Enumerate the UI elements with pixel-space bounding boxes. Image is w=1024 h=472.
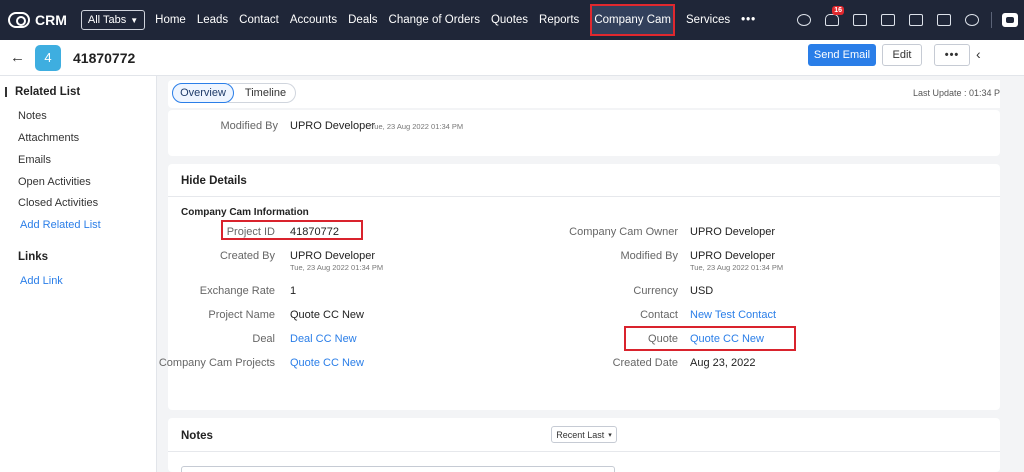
created-by-label: Created By	[219, 250, 275, 262]
search-icon[interactable]	[797, 14, 811, 26]
all-tabs-label: All Tabs	[87, 14, 127, 26]
highlight-quote	[624, 326, 796, 351]
links-title: Links	[18, 251, 49, 263]
company-cam-owner-value: UPRO Developer	[690, 226, 775, 238]
sort-notes-label: Recent Last	[556, 429, 605, 440]
last-update-text: Last Update : 01:34 P	[912, 88, 1000, 98]
section-title: Company Cam Information	[181, 207, 309, 218]
currency-value: USD	[690, 285, 714, 297]
right-modified-by-value: UPRO Developer	[690, 250, 775, 262]
caret-down-icon: ▼	[130, 15, 139, 25]
tab-overview[interactable]: Overview	[172, 83, 234, 103]
mail-icon[interactable]	[909, 14, 923, 26]
modified-by-time: Tue, 23 Aug 2022 01:34 PM	[370, 122, 464, 131]
nav-icons: 16	[783, 0, 1018, 40]
sidebar-item-attachments[interactable]: Attachments	[18, 132, 79, 144]
all-tabs-dropdown[interactable]: All Tabs ▼	[80, 10, 146, 30]
contact-link[interactable]: New Test Contact	[690, 309, 776, 321]
exchange-rate-value: 1	[290, 285, 297, 297]
nav-links: Home Leads Contact Accounts Deals Change…	[155, 0, 767, 40]
add-related-list-link[interactable]: Add Related List	[20, 219, 101, 231]
gear-icon[interactable]	[965, 14, 979, 26]
caret-down-icon: ▾	[608, 431, 612, 439]
deal-label: Deal	[252, 333, 275, 345]
tab-timeline-label: Timeline	[244, 87, 287, 99]
send-email-button[interactable]: Send Email	[808, 44, 876, 66]
company-cam-projects-link[interactable]: Quote CC New	[290, 357, 364, 369]
crm-logo[interactable]: CRM	[8, 12, 67, 28]
collapse-sidebar-icon[interactable]	[5, 87, 7, 97]
top-nav: CRM All Tabs ▼ Home Leads Contact Accoun…	[0, 0, 1024, 40]
project-name-label: Project Name	[208, 309, 275, 321]
nav-home[interactable]: Home	[155, 14, 186, 26]
created-by-time: Tue, 23 Aug 2022 01:34 PM	[290, 263, 384, 272]
nav-company-cam[interactable]: Company Cam	[590, 4, 676, 36]
store-icon[interactable]	[937, 14, 951, 26]
add-note-input[interactable]	[181, 466, 615, 472]
logo-text: CRM	[35, 12, 67, 28]
company-cam-projects-label: Company Cam Projects	[158, 357, 275, 369]
record-tabs: Timeline Overview Last Update : 01:34 P	[168, 80, 1000, 108]
created-date-value: Aug 23, 2022	[690, 357, 756, 369]
divider	[168, 451, 1000, 452]
back-arrow-icon[interactable]: ←	[10, 49, 25, 66]
add-link[interactable]: Add Link	[20, 275, 63, 287]
notification-badge: 16	[832, 6, 844, 15]
right-modified-by-label: Modified By	[620, 250, 678, 262]
chevron-left-icon[interactable]: ‹	[976, 46, 981, 62]
sort-notes-dropdown[interactable]: Recent Last ▾	[551, 426, 617, 443]
highlight-project-id	[221, 220, 363, 240]
nav-accounts[interactable]: Accounts	[290, 14, 337, 26]
sidebar-item-notes[interactable]: Notes	[18, 110, 47, 122]
notes-title: Notes	[181, 430, 213, 442]
modified-by-value: UPRO Developer	[290, 120, 375, 132]
currency-label: Currency	[633, 285, 678, 297]
record-avatar: 4	[35, 44, 61, 71]
nav-reports[interactable]: Reports	[539, 14, 579, 26]
deal-link[interactable]: Deal CC New	[290, 333, 357, 345]
nav-services[interactable]: Services	[686, 14, 730, 26]
divider	[168, 196, 1000, 197]
created-by-value: UPRO Developer	[290, 250, 375, 262]
tab-timeline[interactable]: Timeline	[228, 83, 296, 103]
notes-card: Notes Recent Last ▾	[168, 418, 1000, 472]
related-list-title: Related List	[15, 86, 81, 98]
record-title: 41870772	[73, 49, 136, 66]
right-modified-by-time: Tue, 23 Aug 2022 01:34 PM	[690, 263, 784, 272]
nav-quotes[interactable]: Quotes	[491, 14, 528, 26]
modified-by-label: Modified By	[220, 120, 278, 132]
contact-label: Contact	[640, 309, 678, 321]
details-card: Hide Details Company Cam Information Pro…	[159, 164, 1000, 410]
nav-change-of-orders[interactable]: Change of Orders	[389, 14, 480, 26]
nav-leads[interactable]: Leads	[197, 14, 228, 26]
crm-logo-icon	[8, 12, 30, 28]
sidebar-item-open-activities[interactable]: Open Activities	[18, 176, 91, 188]
bell-icon[interactable]: 16	[825, 6, 844, 26]
created-date-label: Created Date	[612, 357, 678, 369]
sidebar: Related List Notes Attachments Emails Op…	[0, 76, 157, 472]
calendar-add-icon[interactable]	[853, 14, 867, 26]
more-actions-button[interactable]: •••	[934, 44, 970, 66]
project-name-value: Quote CC New	[290, 309, 364, 321]
sidebar-item-closed-activities[interactable]: Closed Activities	[18, 197, 98, 209]
hide-details-toggle[interactable]: Hide Details	[181, 175, 247, 187]
user-avatar-icon[interactable]	[1002, 13, 1018, 27]
edit-button[interactable]: Edit	[882, 44, 922, 66]
calendar-icon[interactable]	[881, 14, 895, 26]
nav-deals[interactable]: Deals	[348, 14, 377, 26]
nav-divider	[991, 12, 992, 28]
exchange-rate-label: Exchange Rate	[199, 285, 275, 297]
sidebar-item-emails[interactable]: Emails	[18, 154, 51, 166]
related-list-header[interactable]: Related List	[5, 86, 80, 98]
company-cam-owner-label: Company Cam Owner	[569, 226, 678, 238]
nav-contact[interactable]: Contact	[239, 14, 279, 26]
nav-more-button[interactable]: •••	[741, 14, 756, 26]
summary-card: Modified By UPRO Developer Tue, 23 Aug 2…	[168, 110, 1000, 156]
